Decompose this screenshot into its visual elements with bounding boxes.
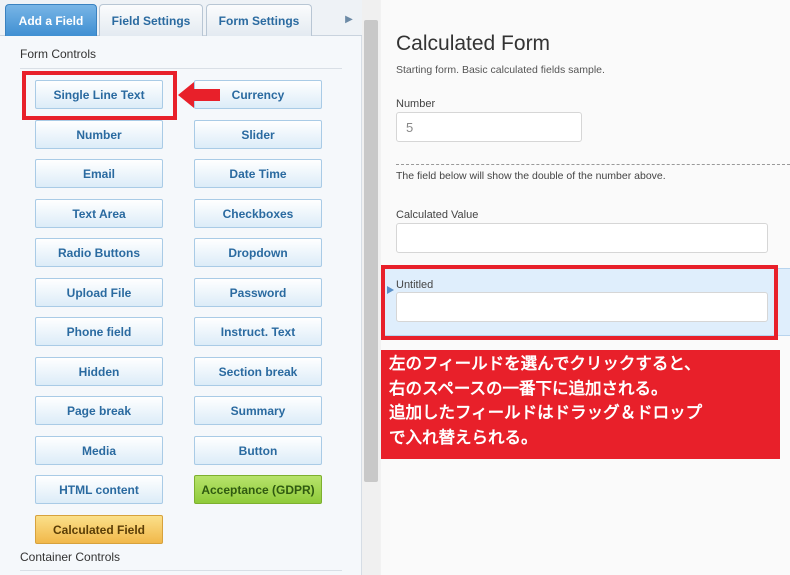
control-text-area[interactable]: Text Area [35,199,163,228]
section-title-container-controls: Container Controls [20,550,121,564]
annotation-line: 左のフィールドを選んでクリックすると、 [389,354,701,373]
annotation-note: 左のフィールドを選んでクリックすると、 右のスペースの一番下に追加される。 追加… [381,350,780,459]
annotation-arrow-left-icon [178,82,220,108]
control-upload-file[interactable]: Upload File [35,278,163,307]
control-page-break[interactable]: Page break [35,396,163,425]
control-button[interactable]: Button [194,436,322,465]
app-root: Add a Field Field Settings Form Settings… [0,0,790,575]
tab-field-settings[interactable]: Field Settings [99,4,203,36]
control-section-break[interactable]: Section break [194,357,322,386]
annotation-new-field-box [381,265,778,340]
control-hidden[interactable]: Hidden [35,357,163,386]
control-radio-buttons[interactable]: Radio Buttons [35,238,163,267]
palette-tabs: Add a Field Field Settings Form Settings… [0,0,362,36]
form-title: Calculated Form [396,32,551,55]
control-dropdown[interactable]: Dropdown [194,238,322,267]
calculated-value-label: Calculated Value [396,209,479,221]
tab-add-a-field[interactable]: Add a Field [5,4,97,36]
section-divider [20,68,342,69]
control-calculated-field[interactable]: Calculated Field [35,515,163,544]
section-divider [20,570,342,571]
scrollbar-thumb[interactable] [364,20,378,482]
control-summary[interactable]: Summary [194,396,322,425]
form-description: Starting form. Basic calculated fields s… [396,64,605,76]
control-slider[interactable]: Slider [194,120,322,149]
form-preview-panel: Calculated Form Starting form. Basic cal… [381,0,790,575]
control-email[interactable]: Email [35,159,163,188]
calculated-value-input[interactable] [396,223,768,253]
annotation-line: 右のスペースの一番下に追加される。 [389,378,668,398]
field-palette-panel: Add a Field Field Settings Form Settings… [0,0,362,575]
control-html-content[interactable]: HTML content [35,475,163,504]
control-acceptance-gdpr[interactable]: Acceptance (GDPR) [194,475,322,504]
number-field-label: Number [396,98,436,110]
annotation-line: 追加したフィールドはドラッグ＆ドロップ [389,403,703,422]
chevron-right-icon[interactable]: ▶ [340,6,358,32]
control-number[interactable]: Number [35,120,163,149]
section-break-dashed-line [396,164,790,165]
control-media[interactable]: Media [35,436,163,465]
section-title-form-controls: Form Controls [20,47,97,61]
control-instruct-text[interactable]: Instruct. Text [194,317,322,346]
control-date-time[interactable]: Date Time [194,159,322,188]
annotation-highlight-box [22,71,177,120]
number-field-input[interactable]: 5 [396,112,582,142]
annotation-line: で入れ替えられる。 [389,427,538,447]
control-phone-field[interactable]: Phone field [35,317,163,346]
control-password[interactable]: Password [194,278,322,307]
tab-form-settings[interactable]: Form Settings [206,4,312,36]
control-checkboxes[interactable]: Checkboxes [194,199,322,228]
section-break-description: The field below will show the double of … [396,170,666,182]
palette-scrollbar[interactable] [362,0,380,575]
